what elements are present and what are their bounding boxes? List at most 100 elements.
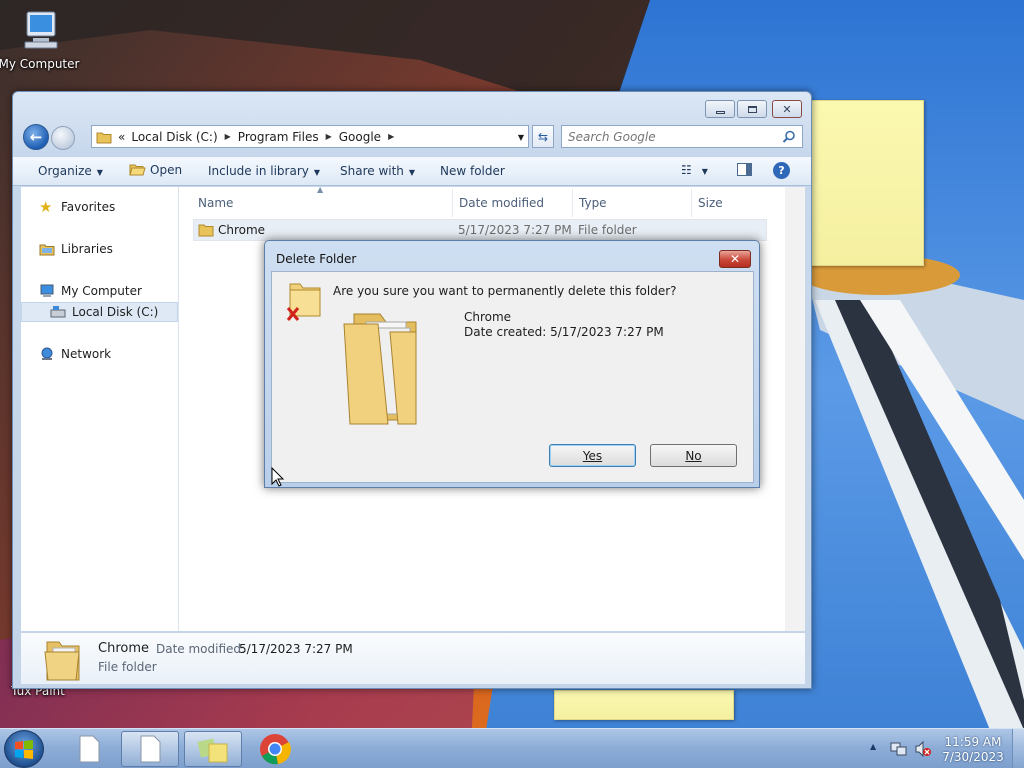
search-icon[interactable] (782, 130, 796, 144)
caret-down-icon: ▼ (313, 168, 321, 177)
chevron-down-icon[interactable]: ▼ (518, 133, 524, 142)
maximize-button[interactable] (737, 100, 767, 118)
search-box[interactable] (561, 125, 803, 148)
open-label: Open (150, 163, 183, 177)
show-desktop-button[interactable] (1012, 729, 1024, 768)
close-button[interactable]: ✕ (772, 100, 802, 118)
open-button[interactable]: Open (129, 162, 182, 177)
close-icon: ✕ (729, 252, 741, 266)
computer-icon (40, 284, 54, 297)
star-icon: ★ (39, 198, 53, 216)
help-button[interactable]: ? (773, 162, 790, 179)
desktop-icon-my-computer[interactable]: My Computer (0, 10, 81, 71)
arrow-left-icon: ← (29, 128, 43, 146)
nav-item-my-computer[interactable]: My Computer (39, 283, 142, 299)
details-pane: Chrome Date modified: 5/17/2023 7:27 PM … (21, 632, 805, 684)
forward-button[interactable] (51, 126, 75, 150)
breadcrumb-program-files[interactable]: Program Files (238, 130, 319, 144)
include-label: Include in library (208, 164, 309, 178)
network-tray-icon[interactable] (890, 740, 908, 758)
chevron-right-icon[interactable]: ▶ (326, 132, 332, 141)
share-with-menu[interactable]: Share with ▼ (340, 164, 415, 178)
file-name: Chrome (218, 223, 266, 237)
no-label: No (685, 448, 702, 463)
document-icon (140, 735, 161, 763)
taskbar: ▲ 11:59 AM 7/30/2023 (0, 728, 1024, 768)
organize-menu[interactable]: Organize ▼ (38, 164, 103, 178)
system-clock[interactable]: 11:59 AM 7/30/2023 (940, 735, 1006, 765)
view-options-button[interactable]: ☷ ▼ (681, 163, 708, 177)
new-folder-button[interactable]: New folder (440, 164, 505, 178)
details-date-value: 5/17/2023 7:27 PM (239, 642, 353, 656)
nav-label: Network (61, 347, 112, 361)
column-header-date-modified[interactable]: Date modified (459, 196, 544, 210)
breadcrumb-google[interactable]: Google (339, 130, 381, 144)
volume-muted-icon[interactable] (914, 740, 932, 758)
sticky-note[interactable] (809, 100, 924, 266)
desktop-icon-label: My Computer (0, 57, 80, 71)
chevron-right-icon[interactable]: ▶ (388, 132, 394, 141)
caret-down-icon: ▼ (96, 168, 103, 177)
file-date: 5/17/2023 7:27 PM (458, 223, 572, 237)
column-header-size[interactable]: Size (698, 196, 723, 210)
folder-large-icon (44, 641, 80, 681)
column-divider[interactable] (452, 189, 453, 217)
show-hidden-icons-button[interactable]: ▲ (870, 742, 876, 751)
nav-item-libraries[interactable]: Libraries (39, 241, 113, 257)
taskbar-item-sticky-notes[interactable] (184, 731, 242, 767)
nav-item-favorites[interactable]: ★ Favorites (39, 199, 115, 215)
folder-large-icon (343, 313, 417, 425)
computer-icon (24, 11, 58, 49)
drive-icon (50, 306, 66, 318)
file-row-chrome[interactable]: Chrome 5/17/2023 7:27 PM File folder (193, 219, 767, 241)
nav-item-network[interactable]: Network (39, 346, 111, 362)
nav-label: Local Disk (C:) (72, 305, 159, 319)
column-divider[interactable] (691, 189, 692, 217)
dialog-title: Delete Folder (276, 252, 357, 266)
mouse-cursor-icon (271, 467, 285, 487)
help-icon: ? (773, 162, 790, 179)
folder-icon (96, 132, 112, 143)
taskbar-item-chrome[interactable] (248, 731, 302, 767)
details-type: File folder (98, 660, 157, 674)
dialog-close-button[interactable]: ✕ (719, 250, 751, 268)
delete-folder-dialog: Delete Folder ✕ Are you sure you want to… (264, 240, 760, 488)
sticky-notes-icon (197, 738, 228, 763)
restore-icon (747, 105, 757, 113)
close-icon: ✕ (782, 102, 792, 116)
breadcrumb-overflow[interactable]: « (118, 130, 125, 144)
sticky-note[interactable] (554, 690, 734, 720)
search-input[interactable] (568, 129, 768, 144)
include-in-library-menu[interactable]: Include in library ▼ (208, 164, 320, 178)
clock-date: 7/30/2023 (942, 750, 1004, 764)
breadcrumb-local-disk[interactable]: Local Disk (C:) (131, 130, 217, 144)
nav-item-local-disk[interactable]: Local Disk (C:) (21, 302, 178, 322)
column-header-type[interactable]: Type (579, 196, 607, 210)
new-folder-label: New folder (440, 164, 505, 178)
document-icon (79, 735, 100, 763)
yes-button[interactable]: Yes (549, 444, 636, 467)
column-divider[interactable] (572, 189, 573, 217)
details-name: Chrome (98, 641, 149, 656)
dialog-item-name: Chrome (464, 310, 512, 324)
navigation-pane: ★ Favorites Libraries My Computer Local … (21, 187, 179, 631)
no-button[interactable]: No (650, 444, 737, 467)
address-bar[interactable]: « Local Disk (C:) ▶ Program Files ▶ Goog… (91, 125, 529, 148)
back-button[interactable]: ← (23, 124, 49, 150)
file-type: File folder (578, 223, 637, 237)
refresh-button[interactable]: ⇆ (532, 125, 554, 148)
minimize-button[interactable] (705, 100, 735, 118)
nav-label: My Computer (61, 284, 142, 298)
preview-pane-button[interactable] (737, 163, 752, 179)
caret-down-icon: ▼ (701, 167, 708, 176)
organize-label: Organize (38, 164, 92, 178)
library-icon (39, 244, 55, 256)
folder-open-icon (129, 164, 146, 176)
folder-icon (198, 224, 214, 237)
column-header-name[interactable]: Name (198, 196, 233, 210)
chevron-right-icon[interactable]: ▶ (225, 132, 231, 141)
taskbar-item-notepad[interactable] (62, 731, 116, 767)
vertical-scrollbar[interactable] (785, 187, 805, 631)
start-button[interactable] (4, 730, 44, 768)
taskbar-item-document[interactable] (121, 731, 179, 767)
